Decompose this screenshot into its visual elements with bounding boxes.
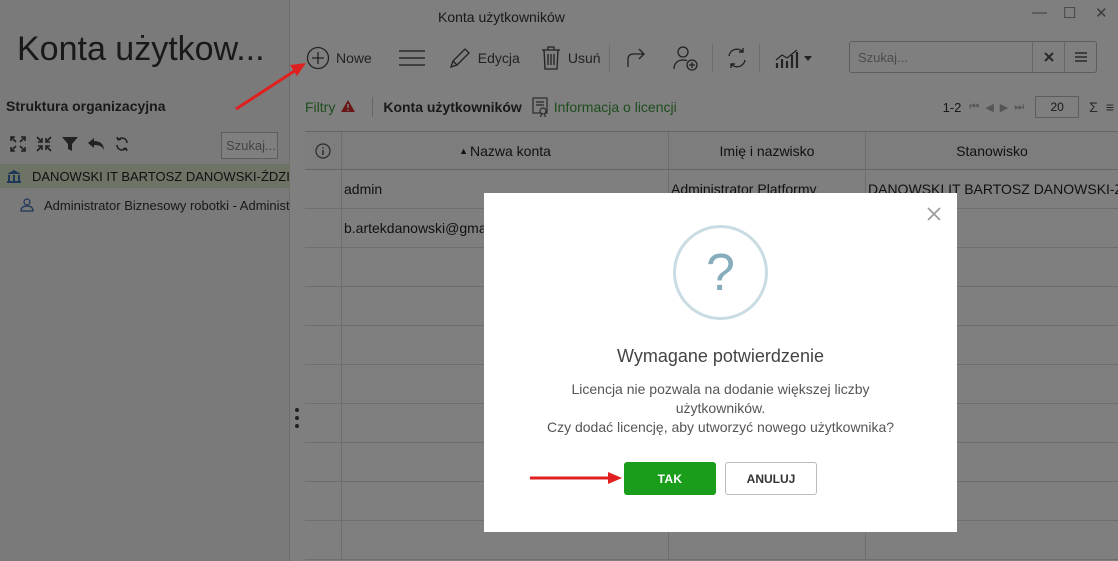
annotation-arrow-ok <box>530 472 622 484</box>
annotation-arrow-new <box>235 63 306 111</box>
app-window: Konta użytkow... Struktura organizacyjna… <box>0 0 1118 561</box>
annotation-arrows <box>235 63 622 484</box>
